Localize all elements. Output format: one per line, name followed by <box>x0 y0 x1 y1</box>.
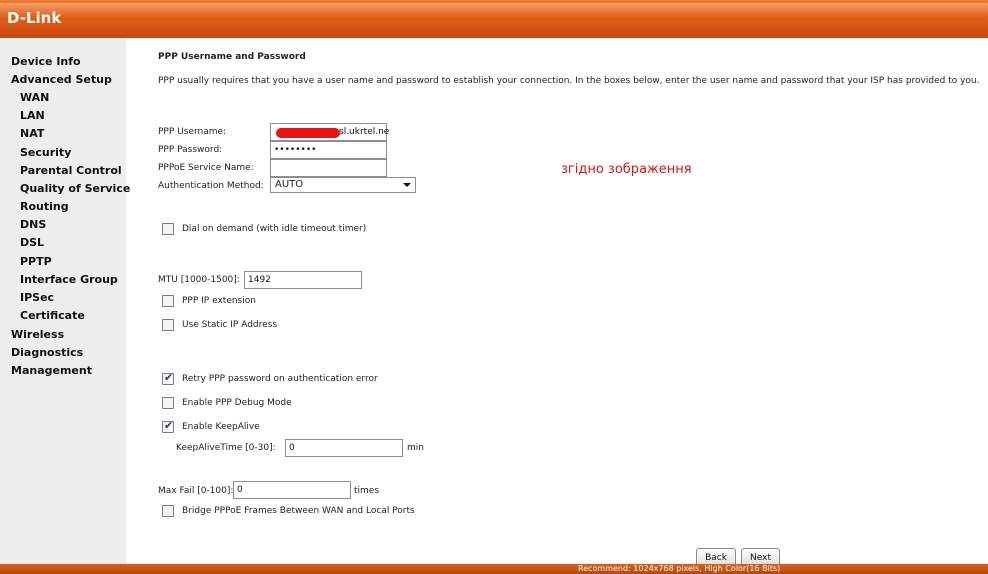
auth-method-select[interactable]: AUTO <box>270 177 416 193</box>
footer-recommendation: Recommend: 1024x768 pixels, High Color(1… <box>578 564 781 573</box>
redaction-mark <box>276 128 340 138</box>
enable-ppp-debug-checkbox[interactable] <box>162 397 174 409</box>
sidebar-item-management[interactable]: Management <box>11 364 92 377</box>
sidebar-item-quality-of-service[interactable]: Quality of Service <box>20 182 130 195</box>
sidebar-item-dsl[interactable]: DSL <box>20 236 44 249</box>
auth-method-value: AUTO <box>275 179 304 190</box>
chevron-down-icon <box>403 183 411 187</box>
sidebar-item-certificate[interactable]: Certificate <box>20 309 85 322</box>
sidebar-item-diagnostics[interactable]: Diagnostics <box>11 346 83 359</box>
enable-ppp-debug-label: Enable PPP Debug Mode <box>182 398 292 408</box>
mtu-input[interactable]: 1492 <box>244 271 362 289</box>
keepalive-time-input[interactable]: 0 <box>285 439 403 457</box>
pppoe-service-name-label: PPPoE Service Name: <box>158 163 254 173</box>
bridge-pppoe-checkbox[interactable] <box>162 505 174 517</box>
sidebar-item-parental-control[interactable]: Parental Control <box>20 164 122 177</box>
dial-on-demand-checkbox[interactable] <box>162 223 174 235</box>
max-fail-label: Max Fail [0-100]: <box>158 486 234 496</box>
ppp-ip-extension-label: PPP IP extension <box>182 296 256 306</box>
keepalive-time-label: KeepAliveTime [0-30]: <box>176 443 276 453</box>
sidebar-item-advanced-setup[interactable]: Advanced Setup <box>11 73 112 86</box>
pppoe-service-name-input[interactable] <box>270 159 387 177</box>
sidebar-item-ipsec[interactable]: IPSec <box>20 291 54 304</box>
header-bar: D-Link <box>0 0 988 38</box>
dial-on-demand-label: Dial on demand (with idle timeout timer) <box>182 224 367 234</box>
ppp-ip-extension-checkbox[interactable] <box>162 295 174 307</box>
max-fail-input[interactable]: 0 <box>233 481 351 499</box>
keepalive-unit: min <box>407 443 424 453</box>
bridge-pppoe-label: Bridge PPPoE Frames Between WAN and Loca… <box>182 506 415 516</box>
sidebar-item-wireless[interactable]: Wireless <box>11 328 64 341</box>
sidebar-item-device-info[interactable]: Device Info <box>11 55 81 68</box>
use-static-ip-checkbox[interactable] <box>162 319 174 331</box>
sidebar-item-security[interactable]: Security <box>20 146 71 159</box>
dlink-logo: D-Link <box>7 9 62 27</box>
footer-bar: Recommend: 1024x768 pixels, High Color(1… <box>0 564 988 574</box>
sidebar-item-routing[interactable]: Routing <box>20 200 69 213</box>
mtu-label: MTU [1000-1500]: <box>158 275 240 285</box>
ppp-username-value: sl.ukrtel.ne <box>339 127 390 137</box>
retry-ppp-password-checkbox[interactable] <box>162 371 174 385</box>
ppp-password-input[interactable]: •••••••• <box>270 141 387 159</box>
enable-keepalive-label: Enable KeepAlive <box>182 422 260 432</box>
ppp-password-label: PPP Password: <box>158 145 223 155</box>
use-static-ip-label: Use Static IP Address <box>182 320 278 330</box>
sidebar-item-wan[interactable]: WAN <box>20 91 49 104</box>
page-description: PPP usually requires that you have a use… <box>158 76 980 86</box>
retry-ppp-password-label: Retry PPP password on authentication err… <box>182 374 378 384</box>
auth-method-label: Authentication Method: <box>158 181 264 191</box>
sidebar-nav: Device Info Advanced Setup WAN LAN NAT S… <box>0 38 130 564</box>
sidebar-item-dns[interactable]: DNS <box>20 218 46 231</box>
page-title: PPP Username and Password <box>158 52 306 62</box>
annotation-text: згідно зображення <box>561 162 692 177</box>
sidebar-item-nat[interactable]: NAT <box>20 127 44 140</box>
max-fail-unit: times <box>354 486 380 496</box>
ppp-username-label: PPP Username: <box>158 127 227 137</box>
sidebar-item-lan[interactable]: LAN <box>20 109 45 122</box>
sidebar-item-pptp[interactable]: PPTP <box>20 255 52 268</box>
enable-keepalive-checkbox[interactable] <box>162 419 174 433</box>
sidebar-item-interface-group[interactable]: Interface Group <box>20 273 118 286</box>
